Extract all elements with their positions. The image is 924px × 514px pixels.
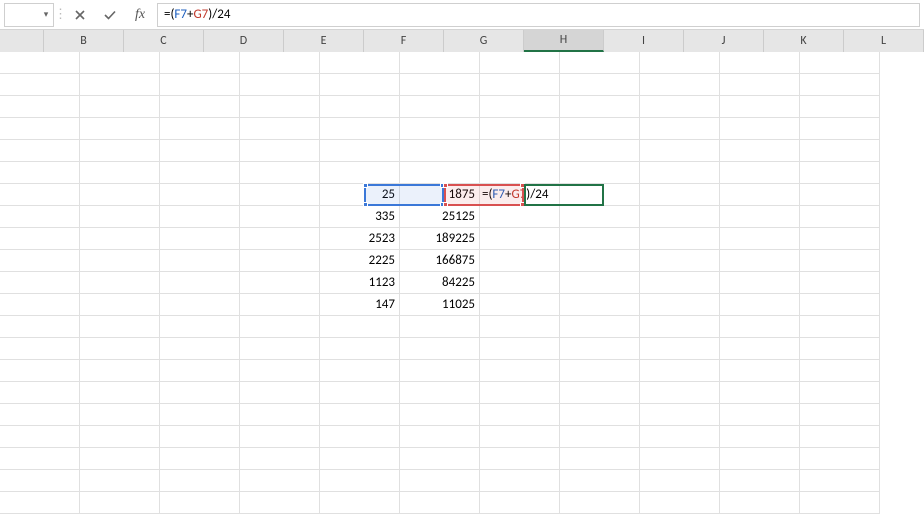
col-header-G[interactable]: G (444, 30, 524, 52)
column-headers: B C D E F G H I J K L (0, 30, 924, 52)
cell-G7[interactable]: 1875 (400, 184, 480, 206)
table-row (0, 162, 924, 184)
select-all-corner[interactable] (0, 30, 44, 52)
close-icon (74, 9, 86, 21)
cell-F11[interactable]: 1123 (320, 272, 400, 294)
table-row: 1123 84225 (0, 272, 924, 294)
col-header-I[interactable]: I (604, 30, 684, 52)
cell-G9[interactable]: 189225 (400, 228, 480, 250)
check-icon (103, 9, 117, 21)
formula-input[interactable]: =(F7+G7)/24 (157, 3, 920, 27)
table-row (0, 74, 924, 96)
table-row (0, 426, 924, 448)
table-row: 2523 189225 (0, 228, 924, 250)
table-row (0, 316, 924, 338)
table-row: 25 1875 =(F7+G7)/24 (0, 184, 924, 206)
col-header-L[interactable]: L (844, 30, 924, 52)
formula-text: =(F7+G7)/24 (164, 7, 230, 22)
chevron-down-icon[interactable]: ▾ (39, 9, 53, 20)
cell-formula-text: =(F7+G7)/24 (482, 184, 548, 206)
table-row (0, 96, 924, 118)
cell-H7[interactable]: =(F7+G7)/24 (480, 184, 560, 206)
cell-G10[interactable]: 166875 (400, 250, 480, 272)
cell-F7[interactable]: 25 (320, 184, 400, 206)
cell-G12[interactable]: 11025 (400, 294, 480, 316)
cell-F9[interactable]: 2523 (320, 228, 400, 250)
table-row (0, 360, 924, 382)
table-row: 2225 166875 (0, 250, 924, 272)
cell[interactable] (0, 52, 80, 74)
table-row (0, 404, 924, 426)
col-header-C[interactable]: C (124, 30, 204, 52)
table-row: 335 25125 (0, 206, 924, 228)
rows-area: 25 1875 =(F7+G7)/24 335 25125 2523 18922… (0, 52, 924, 514)
table-row (0, 448, 924, 470)
fx-icon: fx (135, 7, 145, 23)
table-row (0, 338, 924, 360)
cell-F12[interactable]: 147 (320, 294, 400, 316)
col-header-E[interactable]: E (284, 30, 364, 52)
table-row (0, 52, 924, 74)
col-header-J[interactable]: J (684, 30, 764, 52)
table-row (0, 118, 924, 140)
confirm-button[interactable] (97, 4, 123, 26)
col-header-D[interactable]: D (204, 30, 284, 52)
cell-G8[interactable]: 25125 (400, 206, 480, 228)
fx-button[interactable]: fx (127, 4, 153, 26)
separator: ⋮ (58, 4, 63, 26)
cancel-button[interactable] (67, 4, 93, 26)
table-row: 147 11025 (0, 294, 924, 316)
name-box[interactable] (5, 4, 39, 26)
col-header-B[interactable]: B (44, 30, 124, 52)
cell-G11[interactable]: 84225 (400, 272, 480, 294)
col-header-F[interactable]: F (364, 30, 444, 52)
table-row (0, 140, 924, 162)
cell-F10[interactable]: 2225 (320, 250, 400, 272)
formula-bar: ▾ ⋮ fx =(F7+G7)/24 (0, 0, 924, 30)
table-row (0, 382, 924, 404)
col-header-H[interactable]: H (524, 30, 604, 52)
cell-F8[interactable]: 335 (320, 206, 400, 228)
name-box-wrap[interactable]: ▾ (4, 3, 54, 27)
col-header-K[interactable]: K (764, 30, 844, 52)
table-row (0, 470, 924, 492)
spreadsheet-grid[interactable]: B C D E F G H I J K L 25 1875 =(F7+G7)/2… (0, 30, 924, 506)
table-row (0, 492, 924, 514)
